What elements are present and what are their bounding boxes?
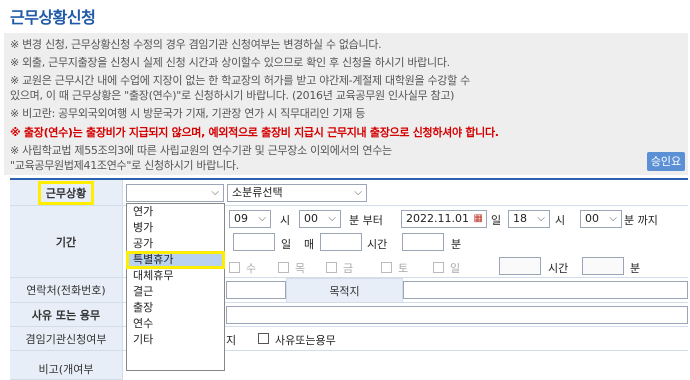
end-hour-value: 18 xyxy=(513,212,527,225)
dropdown-option[interactable]: 결근 xyxy=(127,284,224,300)
minutes-input[interactable] xyxy=(402,233,444,251)
dropdown-option[interactable]: 연가 xyxy=(127,204,224,220)
status-label: 근무상황 xyxy=(37,180,95,205)
reason-input[interactable] xyxy=(226,306,688,324)
notice-box: ※ 변경 신청, 근무상황신청 수정의 경우 겸임기관 신청여부는 변경하실 수… xyxy=(4,33,688,175)
subcategory-select-value: 소분류선택 xyxy=(232,186,283,199)
status-label-cell: 근무상황 xyxy=(10,180,123,206)
end-hour-unit: 시 xyxy=(555,214,566,227)
notice-line: ※ 사립학교법 제55조의3에 따른 사립교원의 연수기관 및 근무장소 이외에… xyxy=(10,144,392,157)
days-unit: 일 xyxy=(281,238,292,251)
chevron-down-icon: ⌵ xyxy=(328,213,336,224)
notice-line: "교육공무원법제41조연수"로 신청하시기 바랍니다. xyxy=(10,159,239,172)
hour-unit: 시 xyxy=(280,214,291,227)
approve-request-button[interactable]: 승인요청 xyxy=(647,152,685,187)
status-dropdown-list[interactable]: 연가 병가 공가 특별휴가 대체휴무 결근 출장 연수 기타 xyxy=(126,203,225,371)
dropdown-option[interactable]: 연수 xyxy=(127,316,224,332)
notice-line: ※ 외출, 근무지출장을 신청시 실제 신청 시간과 상이할수 있으므로 확인 … xyxy=(10,56,450,69)
notice-line: ※ 비고란: 공무외국외여행 시 방문국가 기재, 기관장 연가 시 직무대리인… xyxy=(10,107,366,120)
start-minute-value: 00 xyxy=(304,212,318,225)
status-select[interactable]: ⌵ xyxy=(126,184,224,202)
dual-institution-label: 겸임기관신청여부 xyxy=(10,327,123,351)
dropdown-option[interactable]: 출장 xyxy=(127,300,224,316)
weekday-label: 금 xyxy=(343,262,354,275)
end-minute-value: 00 xyxy=(585,212,599,225)
end-minute-select[interactable]: 00 ⌵ xyxy=(580,210,622,228)
calendar-icon[interactable]: ▦ xyxy=(474,211,483,227)
weekday-checkbox[interactable] xyxy=(433,262,444,273)
days-input[interactable] xyxy=(233,233,275,251)
notice-line: ※ 변경 신청, 근무상황신청 수정의 경우 겸임기관 신청여부는 변경하실 수… xyxy=(10,38,382,51)
chevron-down-icon: ⌵ xyxy=(258,213,266,224)
dropdown-option[interactable]: 대체휴무 xyxy=(127,268,224,284)
destination-label: 목적지 xyxy=(286,278,403,303)
notice-line-warning: ※ 출장(연수)는 출장비가 지급되지 않으며, 예외적으로 출장비 지급시 근… xyxy=(10,126,499,139)
chevron-down-icon: ⌵ xyxy=(537,213,545,224)
minute-unit-2: 분 xyxy=(630,262,641,275)
dual-option-a: 지 xyxy=(226,334,237,347)
chevron-down-icon: ⌵ xyxy=(211,187,219,198)
contact-label: 연락처(전화번호) xyxy=(10,278,123,303)
weekday-label: 토 xyxy=(398,262,409,275)
subcategory-select[interactable]: 소분류선택 ⌵ xyxy=(227,184,367,202)
weekday-label: 목 xyxy=(295,262,306,275)
weekday-checkbox[interactable] xyxy=(278,262,289,273)
chevron-down-icon: ⌵ xyxy=(609,213,617,224)
period-label: 기간 xyxy=(10,206,123,278)
dropdown-option-selected[interactable]: 특별휴가 xyxy=(126,251,225,269)
destination-input[interactable] xyxy=(403,281,688,299)
hours-input[interactable] xyxy=(320,233,362,251)
weekday-checkbox[interactable] xyxy=(229,262,240,273)
weekday-checkbox[interactable] xyxy=(326,262,337,273)
dropdown-option[interactable]: 기타 xyxy=(127,332,224,348)
reason-label: 사유 또는 용무 xyxy=(10,303,123,327)
time-unit: 시간 xyxy=(367,238,388,251)
weekly-minutes-input[interactable] xyxy=(582,257,624,275)
chevron-down-icon: ⌵ xyxy=(354,187,362,198)
every-label: 매 xyxy=(304,238,315,251)
reason-checkbox-label: 사유또는용무 xyxy=(275,334,336,347)
dropdown-option[interactable]: 공가 xyxy=(127,236,224,252)
contact-input[interactable] xyxy=(226,281,286,299)
minute-from-label: 분 부터 xyxy=(349,214,383,227)
page-title: 근무상황신청 xyxy=(10,8,96,27)
end-date-input[interactable]: 2022.11.01 ▦ xyxy=(401,210,487,228)
reason-checkbox[interactable] xyxy=(258,333,269,344)
form-grid: 근무상황 ⌵ 소분류선택 ⌵ 기간 09 ⌵ 시 00 ⌵ 분 부터 2022.11… xyxy=(10,178,688,380)
end-date-value: 2022.11.01 xyxy=(406,212,469,225)
day-unit: 일 xyxy=(491,214,502,227)
start-hour-value: 09 xyxy=(234,212,248,225)
weekly-hours-input[interactable] xyxy=(499,257,541,275)
notice-line: ※ 교원은 근무시간 내에 수업에 지장이 없는 한 학교장의 허가를 받고 야… xyxy=(10,74,470,87)
start-minute-select[interactable]: 00 ⌵ xyxy=(299,210,341,228)
minute-unit: 분 xyxy=(451,238,462,251)
notice-line: 있으며, 이 때 근무상황은 "출장(연수)"로 신청하시기 바랍니다. (20… xyxy=(10,89,455,102)
end-hour-select[interactable]: 18 ⌵ xyxy=(508,210,550,228)
minute-until-label: 분 까지 xyxy=(624,214,658,227)
remark-label: 비고(개여부 xyxy=(10,351,123,380)
time-unit-2: 시간 xyxy=(548,262,569,275)
weekday-label: 수 xyxy=(246,262,257,275)
weekday-label: 일 xyxy=(450,262,461,275)
dropdown-option[interactable]: 병가 xyxy=(127,220,224,236)
weekday-checkbox[interactable] xyxy=(381,262,392,273)
start-hour-select[interactable]: 09 ⌵ xyxy=(229,210,271,228)
